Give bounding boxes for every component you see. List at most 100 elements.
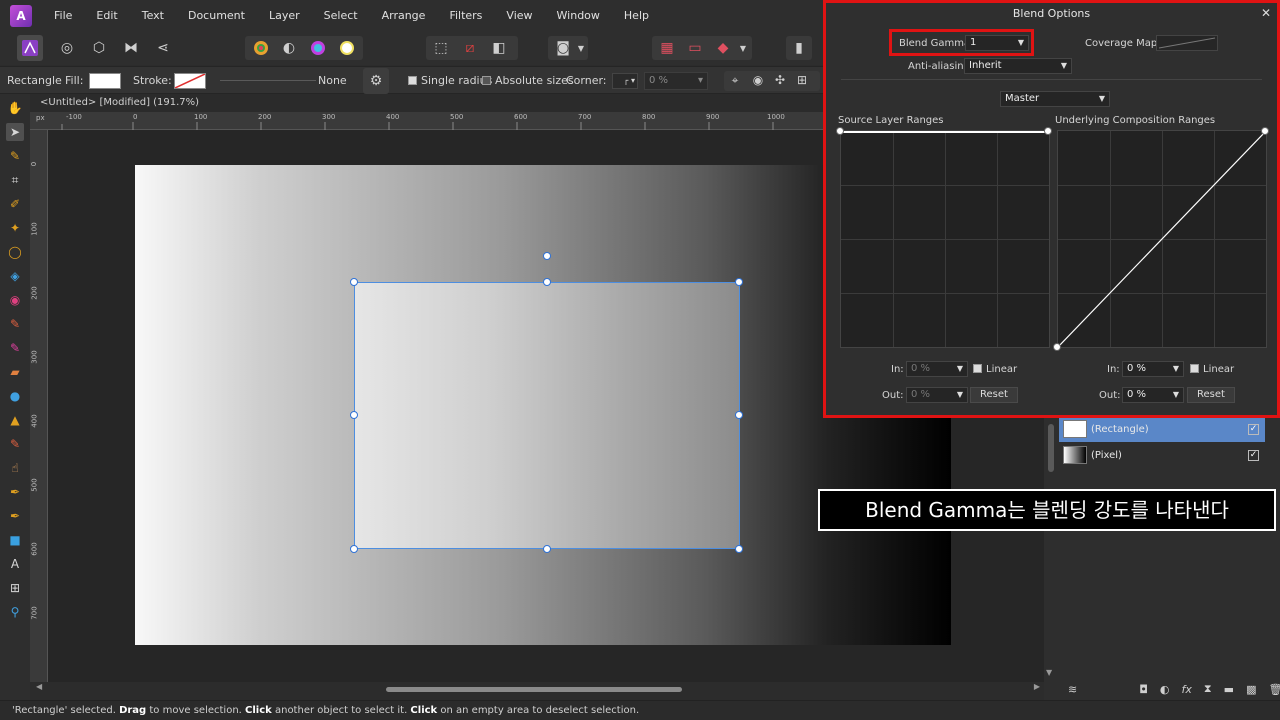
menu-edit[interactable]: Edit	[84, 0, 129, 31]
checkbox-icon[interactable]	[973, 364, 982, 373]
anti-aliasing-dropdown[interactable]: Inherit ▼	[964, 58, 1072, 74]
snapping-grid-icon[interactable]: ▦	[654, 35, 680, 61]
selected-rectangle[interactable]	[354, 282, 740, 549]
blemish-tool-icon[interactable]: ✎	[6, 435, 24, 453]
affinity-logo-icon[interactable]: A	[10, 4, 32, 27]
export-persona-icon[interactable]: ⋖	[150, 35, 176, 61]
source-in-field[interactable]: 0 % ▼	[906, 361, 968, 377]
crop-tool-icon[interactable]: ⌗	[6, 171, 24, 189]
menu-window[interactable]: Window	[545, 0, 612, 31]
clone-tool-icon[interactable]: ▲	[6, 411, 24, 429]
checkbox-icon[interactable]	[1190, 364, 1199, 373]
menu-text[interactable]: Text	[130, 0, 176, 31]
gradient-tool-icon[interactable]: ◉	[6, 291, 24, 309]
color-wheel-icon[interactable]	[305, 35, 331, 61]
underlying-out-field[interactable]: 0 % ▼	[1122, 387, 1184, 403]
invert-selection-icon[interactable]: ◧	[486, 35, 512, 61]
channel-dropdown[interactable]: Master ▼	[1000, 91, 1110, 107]
selection-brush-tool-icon[interactable]: ✐	[6, 195, 24, 213]
layer-row-rectangle[interactable]: (Rectangle) ✓	[1059, 416, 1265, 442]
text-tool-icon[interactable]: A	[6, 555, 24, 573]
mesh-warp-tool-icon[interactable]: ✒	[6, 483, 24, 501]
paint-brush-tool-icon[interactable]: ✎	[6, 315, 24, 333]
corner-value-field[interactable]: 0 % ▾	[644, 72, 708, 90]
dodge-tool-icon[interactable]: ●	[6, 387, 24, 405]
resize-handle-top-right[interactable]	[735, 278, 743, 286]
curve-point[interactable]	[1044, 127, 1052, 135]
source-reset-button[interactable]: Reset	[970, 387, 1018, 403]
color-replacement-tool-icon[interactable]: ✎	[6, 339, 24, 357]
underlying-ranges-graph[interactable]	[1053, 127, 1269, 351]
group-icon[interactable]: ▬	[1224, 683, 1234, 696]
context-toolbar-icon[interactable]: ▮	[786, 35, 812, 61]
contrast-icon[interactable]: ◐	[276, 35, 302, 61]
menu-arrange[interactable]: Arrange	[370, 0, 438, 31]
flood-select-tool-icon[interactable]: ✦	[6, 219, 24, 237]
underlying-linear-checkbox[interactable]: Linear	[1190, 364, 1234, 375]
menu-layer[interactable]: Layer	[257, 0, 312, 31]
marquee-tool-icon[interactable]: ◯	[6, 243, 24, 261]
layers-stack-icon[interactable]: ≋	[1068, 683, 1077, 696]
curve-point[interactable]	[1261, 127, 1269, 135]
mask-icon[interactable]: ◘	[1139, 683, 1148, 696]
flood-fill-tool-icon[interactable]: ◈	[6, 267, 24, 285]
layers-scrollbar[interactable]	[1048, 424, 1054, 472]
grid-icon[interactable]: ⊞	[791, 69, 813, 91]
scrollbar-thumb[interactable]	[386, 687, 682, 692]
absolute-sizes-checkbox[interactable]: Absolute sizes	[482, 67, 574, 95]
single-radius-checkbox[interactable]: Single radius	[408, 67, 492, 95]
menu-select[interactable]: Select	[312, 0, 370, 31]
menu-help[interactable]: Help	[612, 0, 661, 31]
snapping-magnet-icon[interactable]: ◆	[710, 35, 736, 61]
layer-visibility-checkbox[interactable]: ✓	[1248, 423, 1259, 435]
chevron-down-icon[interactable]: ▼	[736, 35, 750, 61]
scroll-right-icon[interactable]: ▶	[1034, 682, 1040, 691]
adjustment-icon[interactable]: ◐	[1160, 683, 1170, 696]
resize-handle-left[interactable]	[350, 411, 358, 419]
menu-filters[interactable]: Filters	[437, 0, 494, 31]
stroke-swatch[interactable]	[174, 73, 206, 89]
chevron-down-icon[interactable]: ▼	[574, 35, 588, 61]
live-filter-icon[interactable]: ⧗	[1204, 682, 1212, 696]
levels-icon[interactable]	[248, 35, 274, 61]
layer-row-pixel[interactable]: (Pixel) ✓	[1059, 442, 1265, 468]
blend-gamma-dropdown[interactable]: 1 ▼	[965, 35, 1029, 51]
add-pixel-layer-icon[interactable]: ▩	[1246, 683, 1256, 696]
deselect-icon[interactable]: ⧄	[457, 35, 483, 61]
scroll-down-icon[interactable]: ▼	[1046, 668, 1052, 677]
zoom-tool-icon[interactable]: ⚲	[6, 603, 24, 621]
stroke-width-slider[interactable]	[220, 80, 316, 81]
scroll-left-icon[interactable]: ◀	[36, 682, 42, 691]
curve-point[interactable]	[1053, 343, 1061, 351]
photo-persona-icon[interactable]	[17, 35, 43, 61]
close-icon[interactable]: ✕	[1261, 6, 1271, 20]
menu-document[interactable]: Document	[176, 0, 257, 31]
underlying-reset-button[interactable]: Reset	[1187, 387, 1235, 403]
smudge-tool-icon[interactable]: ☝	[6, 459, 24, 477]
liquify-persona-icon[interactable]: ◎	[54, 35, 80, 61]
hand-tool-icon[interactable]: ✋	[6, 99, 24, 117]
resize-handle-top[interactable]	[543, 278, 551, 286]
checkbox-icon[interactable]	[482, 76, 491, 85]
select-all-icon[interactable]: ⬚	[428, 35, 454, 61]
resize-handle-bottom[interactable]	[543, 545, 551, 553]
assistant-icon[interactable]: ▭	[682, 35, 708, 61]
layer-visibility-checkbox[interactable]: ✓	[1248, 449, 1259, 461]
source-linear-checkbox[interactable]: Linear	[973, 364, 1017, 375]
white-balance-icon[interactable]	[334, 35, 360, 61]
move-tool-icon[interactable]: ➤	[6, 123, 24, 141]
vertical-ruler[interactable]: 0 100 200 300 400 500 600 700	[30, 130, 48, 682]
trash-icon[interactable]: 🗑	[1268, 683, 1280, 696]
horizontal-scrollbar[interactable]: ◀ ▶	[36, 682, 1044, 694]
menu-view[interactable]: View	[494, 0, 544, 31]
resize-handle-top-left[interactable]	[350, 278, 358, 286]
fx-icon[interactable]: fx	[1182, 683, 1192, 696]
curve-point[interactable]	[836, 127, 844, 135]
develop-persona-icon[interactable]: ⬡	[86, 35, 112, 61]
rectangle-tool-icon[interactable]: ■	[6, 531, 24, 549]
menu-file[interactable]: File	[42, 0, 84, 31]
mesh-tool-icon[interactable]: ⊞	[6, 579, 24, 597]
checkbox-icon[interactable]	[408, 76, 417, 85]
rotate-handle[interactable]	[543, 252, 551, 260]
fill-swatch[interactable]	[89, 73, 121, 89]
